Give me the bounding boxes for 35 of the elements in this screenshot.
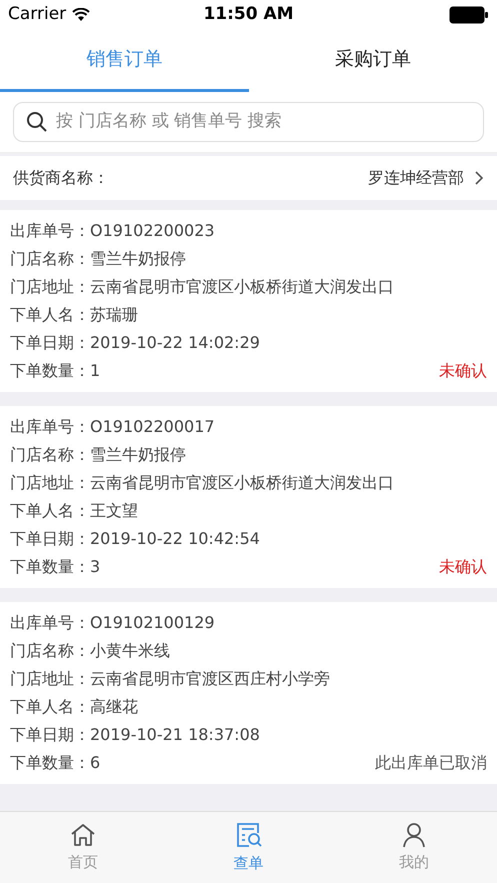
order-field: 门店名称：雪兰牛奶报停 — [10, 247, 186, 271]
status-time: 11:50 AM — [203, 3, 294, 26]
search-bar[interactable]: 按 门店名称 或 销售单号 搜索 — [13, 102, 484, 142]
order-status: 未确认 — [439, 556, 487, 578]
order-field: 出库单号：O19102200017 — [10, 415, 215, 439]
search-icon — [26, 111, 48, 133]
order-field: 门店地址：云南省昆明市官渡区小板桥街道大润发出口 — [10, 275, 394, 299]
order-field: 门店名称：雪兰牛奶报停 — [10, 443, 186, 467]
order-field: 下单数量：1 — [10, 359, 100, 383]
carrier-label: Carrier — [8, 3, 66, 26]
order-field: 下单人名：高继花 — [10, 695, 138, 719]
order-field: 出库单号：O19102200023 — [10, 219, 215, 243]
order-field: 门店名称：小黄牛米线 — [10, 639, 170, 663]
order-field: 门店地址：云南省昆明市官渡区西庄村小学旁 — [10, 667, 330, 691]
order-card[interactable]: 出库单号：O19102200023 门店名称：雪兰牛奶报停 门店地址：云南省昆明市官渡区小板桥街道大润发出口 下单人名：苏瑞珊 下单日期：2019-10-22 14:02:29 下单数量：1 未确认 — [0, 210, 497, 392]
order-tab[interactable]: 采购订单 — [248, 30, 497, 92]
order-card[interactable]: 出库单号：O19102100129 门店名称：小黄牛米线 门店地址：云南省昆明市官渡区西庄村小学旁 下单人名：高继花 下单日期：2019-10-21 18:37:08 下单数量：6 此出库单已取消 — [0, 602, 497, 784]
order-field: 出库单号：O19102100129 — [10, 611, 215, 635]
order-card[interactable]: 出库单号：O19102200017 门店名称：雪兰牛奶报停 门店地址：云南省昆明市官渡区小板桥街道大润发出口 下单人名：王文望 下单日期：2019-10-22 10:42:54 下单数量：3 未确认 — [0, 406, 497, 588]
order-field: 下单数量：3 — [10, 555, 100, 579]
order-field: 下单日期：2019-10-22 10:42:54 — [10, 527, 260, 551]
battery-icon — [448, 6, 489, 24]
order-field: 门店地址：云南省昆明市官渡区小板桥街道大润发出口 — [10, 471, 394, 495]
supplier-label: 供货商名称： — [13, 167, 109, 189]
order-field: 下单人名：王文望 — [10, 499, 138, 523]
supplier-row[interactable]: 供货商名称： 罗连坤经营部 — [0, 156, 497, 200]
order-field: 下单数量：6 — [10, 751, 100, 775]
order-field: 下单日期：2019-10-21 18:37:08 — [10, 723, 260, 747]
order-field: 下单日期：2019-10-22 14:02:29 — [10, 331, 260, 355]
order-status: 此出库单已取消 — [375, 752, 487, 774]
supplier-value: 罗连坤经营部 — [368, 167, 464, 189]
wifi-icon — [72, 8, 90, 22]
chevron-right-icon — [474, 170, 484, 186]
order-field: 下单人名：苏瑞珊 — [10, 303, 138, 327]
order-status: 未确认 — [439, 360, 487, 382]
